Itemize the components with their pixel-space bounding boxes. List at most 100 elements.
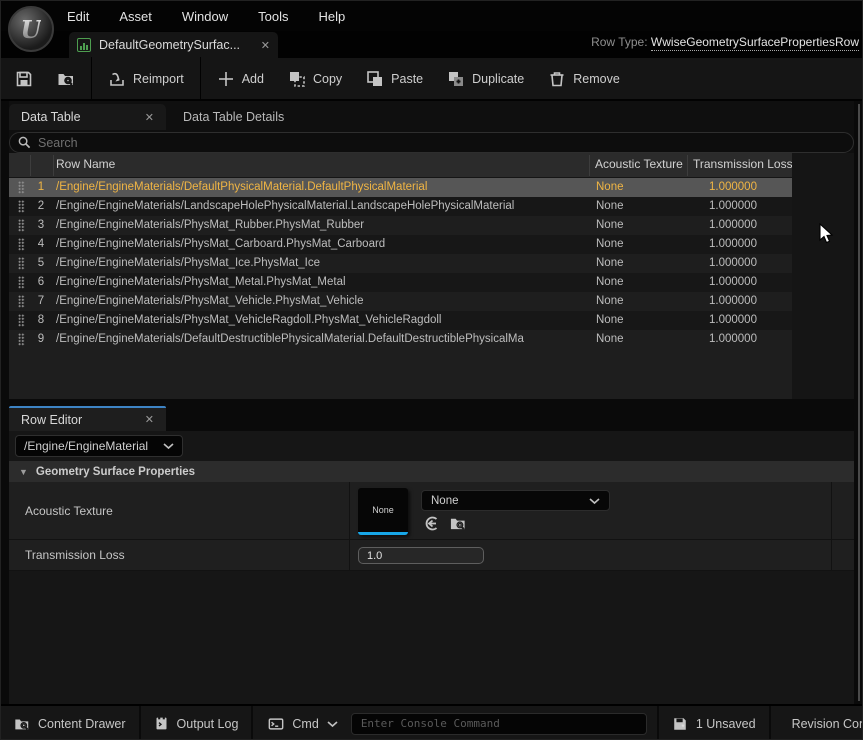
table-row[interactable]: 4/Engine/EngineMaterials/PhysMat_Carboar… [9, 235, 792, 254]
value-right-splitter[interactable] [831, 482, 832, 539]
transmission-loss-cell[interactable]: 1.000000 [709, 333, 795, 345]
row-drag-handle-icon[interactable] [18, 238, 25, 251]
row-drag-handle-icon[interactable] [18, 200, 25, 213]
table-header[interactable]: Row Name Acoustic Texture Transmission L… [9, 153, 792, 178]
transmission-loss-cell[interactable]: 1.000000 [709, 257, 795, 269]
column-header-row-name[interactable]: Row Name [56, 157, 584, 171]
table-row[interactable]: 6/Engine/EngineMaterials/PhysMat_Metal.P… [9, 273, 792, 292]
output-log-button[interactable]: Output Log [141, 706, 252, 740]
table-row[interactable]: 3/Engine/EngineMaterials/PhysMat_Rubber.… [9, 216, 792, 235]
row-name-cell[interactable]: /Engine/EngineMaterials/PhysMat_Ice.Phys… [56, 257, 589, 269]
row-name-cell[interactable]: /Engine/EngineMaterials/PhysMat_Vehicle.… [56, 295, 589, 307]
column-header-transmission-loss[interactable]: Transmission Loss [693, 157, 792, 171]
acoustic-texture-cell[interactable]: None [596, 219, 686, 231]
menu-tools[interactable]: Tools [243, 9, 303, 24]
category-geometry-surface-properties[interactable]: ▼ Geometry Surface Properties [9, 461, 854, 482]
save-button[interactable] [1, 58, 45, 99]
browse-to-asset-button[interactable] [45, 58, 87, 99]
menu-window[interactable]: Window [167, 9, 243, 24]
asset-tab-close-icon[interactable]: ✕ [261, 39, 270, 52]
row-picker-dropdown[interactable]: /Engine/EngineMaterial [15, 435, 183, 457]
cmd-terminal-icon [268, 716, 284, 732]
duplicate-row-button[interactable]: Duplicate [435, 58, 536, 99]
tab-data-table[interactable]: Data Table ✕ [9, 104, 166, 130]
add-row-button[interactable]: Add [205, 58, 276, 99]
row-drag-handle-icon[interactable] [18, 333, 25, 346]
menu-asset[interactable]: Asset [104, 9, 167, 24]
content-drawer-button[interactable]: Content Drawer [1, 706, 139, 740]
row-drag-handle-icon[interactable] [18, 257, 25, 270]
acoustic-texture-cell[interactable]: None [596, 181, 686, 193]
column-divider[interactable] [589, 155, 590, 176]
table-row[interactable]: 7/Engine/EngineMaterials/PhysMat_Vehicle… [9, 292, 792, 311]
tab-data-table-details[interactable]: Data Table Details [171, 104, 296, 130]
column-header-acoustic-texture[interactable]: Acoustic Texture [595, 157, 686, 171]
transmission-loss-cell[interactable]: 1.000000 [709, 295, 795, 307]
scrollbar[interactable] [858, 104, 860, 701]
row-name-cell[interactable]: /Engine/EngineMaterials/PhysMat_Metal.Ph… [56, 276, 589, 288]
cmd-dropdown[interactable]: Cmd [255, 716, 350, 732]
tab-row-editor-close-icon[interactable]: ✕ [145, 413, 154, 426]
transmission-loss-cell[interactable]: 1.000000 [709, 219, 795, 231]
use-selected-asset-icon[interactable] [423, 515, 440, 532]
reimport-button[interactable]: Reimport [96, 58, 196, 99]
menu-edit[interactable]: Edit [52, 9, 104, 24]
row-name-cell[interactable]: /Engine/EngineMaterials/DefaultDestructi… [56, 333, 589, 345]
console-command-input[interactable]: Enter Console Command [351, 713, 647, 735]
row-name-cell[interactable]: /Engine/EngineMaterials/LandscapeHolePhy… [56, 200, 589, 212]
acoustic-texture-cell[interactable]: None [596, 295, 686, 307]
transmission-loss-cell[interactable]: 1.000000 [709, 238, 795, 250]
row-name-cell[interactable]: /Engine/EngineMaterials/PhysMat_VehicleR… [56, 314, 589, 326]
row-name-cell[interactable]: /Engine/EngineMaterials/DefaultPhysicalM… [56, 181, 589, 193]
acoustic-texture-dropdown[interactable]: None [421, 490, 610, 511]
acoustic-texture-cell[interactable]: None [596, 333, 686, 345]
transmission-loss-cell[interactable]: 1.000000 [709, 314, 795, 326]
transmission-loss-cell[interactable]: 1.000000 [709, 276, 795, 288]
copy-row-button[interactable]: Copy [276, 58, 354, 99]
row-drag-handle-icon[interactable] [18, 219, 25, 232]
row-drag-handle-icon[interactable] [18, 295, 25, 308]
paste-row-button[interactable]: Paste [354, 58, 435, 99]
acoustic-texture-cell[interactable]: None [596, 314, 686, 326]
acoustic-texture-thumbnail[interactable]: None [358, 488, 408, 535]
table-row[interactable]: 2/Engine/EngineMaterials/LandscapeHolePh… [9, 197, 792, 216]
row-drag-handle-icon[interactable] [18, 276, 25, 289]
menu-help[interactable]: Help [303, 9, 360, 24]
acoustic-texture-cell[interactable]: None [596, 200, 686, 212]
tab-data-table-close-icon[interactable]: ✕ [145, 111, 154, 124]
transmission-loss-cell[interactable]: 1.000000 [709, 200, 795, 212]
asset-tab[interactable]: DefaultGeometrySurfac... ✕ [69, 32, 278, 58]
table-row[interactable]: 5/Engine/EngineMaterials/PhysMat_Ice.Phy… [9, 254, 792, 273]
content-drawer-icon [14, 716, 30, 732]
property-row-transmission-loss: Transmission Loss 1.0 [9, 540, 854, 571]
table-row[interactable]: 8/Engine/EngineMaterials/PhysMat_Vehicle… [9, 311, 792, 330]
chevron-down-icon [163, 442, 174, 450]
thumbnail-text: None [372, 505, 394, 515]
remove-row-button[interactable]: Remove [536, 58, 632, 99]
row-name-cell[interactable]: /Engine/EngineMaterials/PhysMat_Rubber.P… [56, 219, 589, 231]
value-right-splitter[interactable] [831, 540, 832, 570]
revision-control-button[interactable]: Revision Control [771, 706, 863, 740]
table-row[interactable]: 9/Engine/EngineMaterials/DefaultDestruct… [9, 330, 792, 349]
tab-row-editor[interactable]: Row Editor ✕ [9, 406, 166, 431]
row-name-cell[interactable]: /Engine/EngineMaterials/PhysMat_Carboard… [56, 238, 589, 250]
search-icon [18, 136, 31, 149]
row-drag-handle-icon[interactable] [18, 314, 25, 327]
transmission-loss-cell[interactable]: 1.000000 [709, 181, 795, 193]
label-value-splitter[interactable] [349, 482, 350, 539]
row-drag-handle-icon[interactable] [18, 181, 25, 194]
copy-icon [288, 70, 306, 88]
table-row[interactable]: 1/Engine/EngineMaterials/DefaultPhysical… [9, 178, 792, 197]
label-value-splitter[interactable] [349, 540, 350, 570]
unsaved-button[interactable]: * 1 Unsaved [659, 706, 769, 740]
expand-triangle-icon[interactable]: ▼ [19, 467, 28, 477]
unreal-logo-icon[interactable]: U [8, 6, 54, 52]
acoustic-texture-cell[interactable]: None [596, 276, 686, 288]
search-input[interactable]: Search [9, 132, 854, 153]
transmission-loss-input[interactable]: 1.0 [358, 547, 484, 564]
browse-to-asset-icon[interactable] [449, 515, 467, 532]
column-divider[interactable] [687, 155, 688, 176]
acoustic-texture-cell[interactable]: None [596, 257, 686, 269]
acoustic-texture-cell[interactable]: None [596, 238, 686, 250]
row-type-value[interactable]: WwiseGeometrySurfacePropertiesRow [651, 35, 859, 51]
